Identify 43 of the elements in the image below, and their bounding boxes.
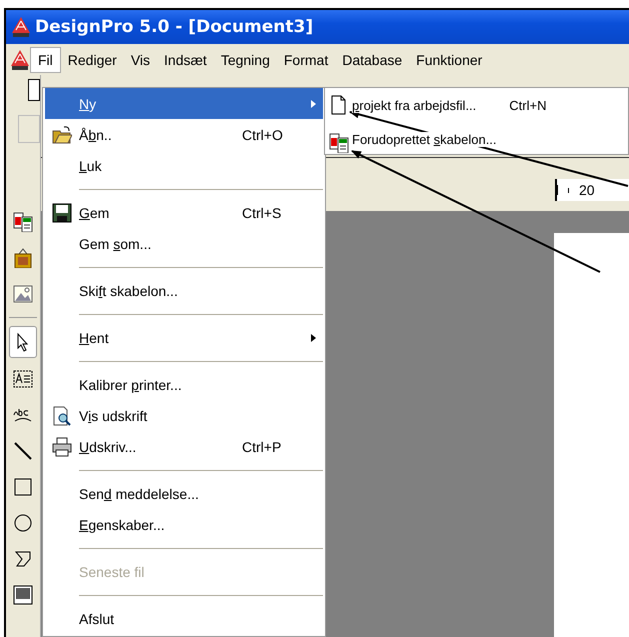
menu-item[interactable]: Send meddelelse...	[45, 478, 323, 509]
printer-icon	[52, 436, 72, 456]
app-logo-icon	[11, 16, 31, 38]
text-box-icon	[13, 369, 33, 389]
folder-icon	[52, 124, 72, 144]
menu-item[interactable]: Database	[335, 48, 410, 72]
menu-item[interactable]: Vis udskrift	[45, 400, 323, 431]
menu-item[interactable]: Skift skabelon...	[45, 275, 323, 306]
submenu-arrow-icon	[310, 332, 317, 342]
polygon-icon	[13, 549, 33, 569]
ruler: 20	[555, 179, 629, 201]
template-icon	[13, 212, 33, 232]
menu-item[interactable]: Funktioner	[409, 48, 490, 72]
menu-item[interactable]: Fil	[30, 46, 61, 72]
menu-item[interactable]: Rediger	[60, 48, 124, 72]
menu-item[interactable]: Tegning	[214, 48, 277, 72]
menu-item[interactable]: Hent	[45, 322, 323, 353]
line-icon	[13, 441, 33, 461]
menu-item[interactable]: Åbn.. Ctrl+O	[45, 119, 323, 150]
menu-item[interactable]: Egenskaber...	[45, 509, 323, 540]
menu-item[interactable]: projekt fra arbejdsfil... Ctrl+N	[325, 89, 628, 121]
barcode-icon	[13, 585, 33, 605]
menu-item[interactable]: Format	[276, 48, 336, 72]
window-title: DesignPro 5.0 - [Document3]	[35, 17, 314, 37]
menu-item[interactable]: Vis	[124, 48, 158, 72]
menu-item[interactable]: Udskriv... Ctrl+P	[45, 431, 323, 462]
rectangle-icon	[13, 477, 33, 497]
ellipse-icon	[13, 513, 33, 533]
menu-item[interactable]: Kalibrer printer...	[45, 369, 323, 400]
menu-item[interactable]: Gem Ctrl+S	[45, 197, 323, 228]
framed-picture-icon	[13, 248, 33, 268]
menu-item[interactable]: Forudoprettet skabelon...	[325, 121, 628, 153]
print-preview-icon	[52, 406, 72, 426]
menu-item[interactable]: Afslut	[45, 603, 323, 634]
image-icon	[13, 284, 33, 304]
menu-item[interactable]: Luk	[45, 150, 323, 181]
toolbar-button[interactable]	[28, 79, 40, 101]
menu-item[interactable]: Ny	[45, 88, 323, 119]
menu-item[interactable]: Gem som...	[45, 228, 323, 259]
submenu-arrow-icon	[310, 98, 317, 108]
app-logo-icon	[10, 48, 30, 70]
menu-item[interactable]: Indsæt	[157, 48, 214, 72]
tool-button[interactable]	[9, 326, 37, 358]
